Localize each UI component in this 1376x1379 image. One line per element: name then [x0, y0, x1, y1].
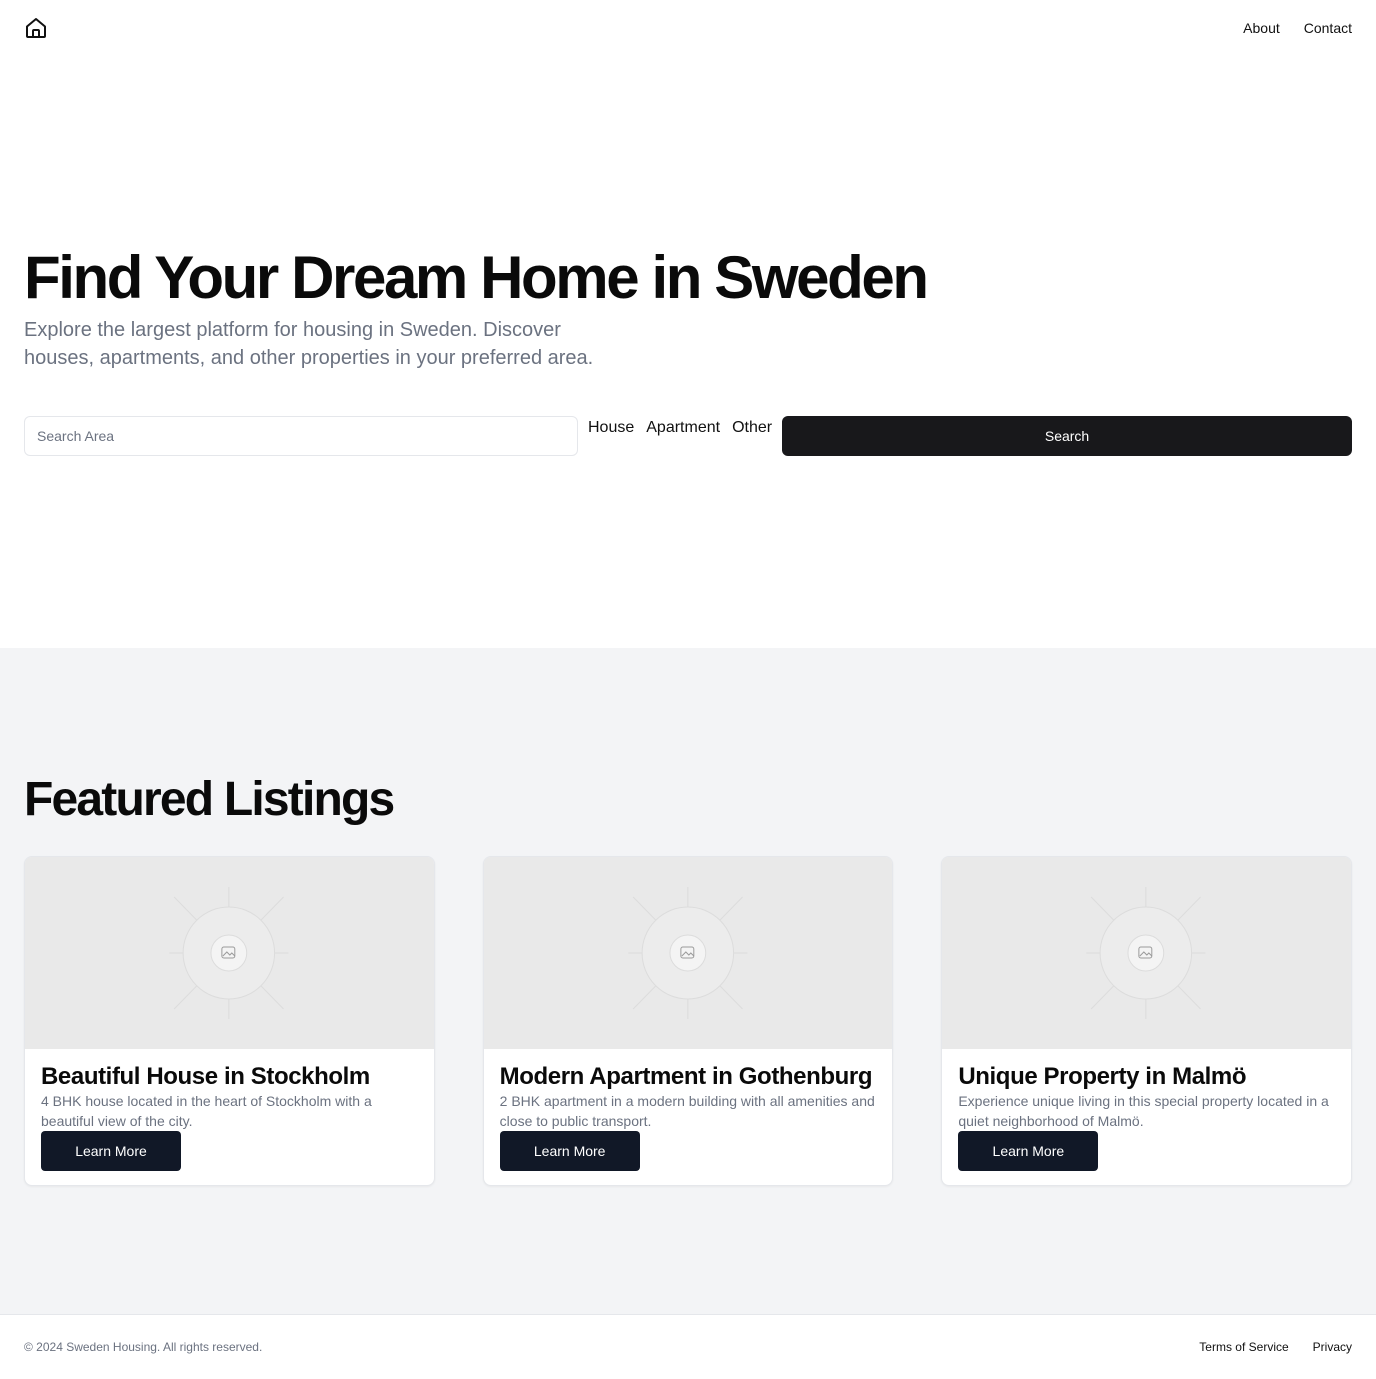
search-bar: House Apartment Other Search [24, 416, 1352, 456]
footer-links: Terms of Service Privacy [1199, 1340, 1352, 1354]
image-placeholder-icon [25, 857, 434, 1049]
listing-description: Experience unique living in this special… [958, 1093, 1329, 1129]
hero-subtitle: Explore the largest platform for housing… [24, 319, 594, 369]
property-type-options: House Apartment Other [588, 419, 772, 440]
listing-card: Modern Apartment in Gothenburg 2 BHK apa… [482, 856, 894, 1186]
nav-about-link[interactable]: About [1243, 20, 1280, 36]
type-option-other[interactable]: Other [732, 416, 772, 440]
listing-title: Beautiful House in Stockholm [41, 1063, 370, 1090]
type-option-apartment[interactable]: Apartment [646, 416, 720, 440]
listing-description: 4 BHK house located in the heart of Stoc… [41, 1093, 372, 1129]
image-placeholder-icon [483, 857, 893, 1049]
image-placeholder-icon [942, 857, 1352, 1049]
listing-description: 2 BHK apartment in a modern building wit… [499, 1093, 875, 1129]
site-footer: © 2024 Sweden Housing. All rights reserv… [0, 1314, 1376, 1379]
listing-card: Unique Property in Malmö Experience uniq… [941, 856, 1353, 1186]
featured-title: Featured Listings [24, 773, 395, 826]
listing-card: Beautiful House in Stockholm 4 BHK house… [24, 856, 435, 1186]
learn-more-button[interactable]: Learn More [958, 1131, 1099, 1171]
hero-section: Find Your Dream Home in Sweden Explore t… [0, 56, 1376, 648]
main-nav: About Contact [1243, 20, 1352, 36]
copyright-text: © 2024 Sweden Housing. All rights reserv… [24, 1340, 263, 1354]
privacy-link[interactable]: Privacy [1313, 1340, 1352, 1354]
type-option-house[interactable]: House [588, 416, 634, 440]
featured-listings-section: Featured Listings Beautiful House in Sto… [0, 648, 1376, 1314]
search-button[interactable]: Search [782, 416, 1352, 456]
hero-title: Find Your Dream Home in Sweden [24, 244, 929, 311]
listing-title: Unique Property in Malmö [958, 1063, 1247, 1090]
home-icon[interactable] [24, 16, 48, 40]
search-area-input[interactable] [24, 416, 578, 456]
listing-title: Modern Apartment in Gothenburg [499, 1063, 873, 1090]
terms-of-service-link[interactable]: Terms of Service [1199, 1340, 1288, 1354]
site-header: About Contact [0, 0, 1376, 56]
learn-more-button[interactable]: Learn More [41, 1131, 181, 1171]
listing-cards: Beautiful House in Stockholm 4 BHK house… [24, 856, 1353, 1186]
learn-more-button[interactable]: Learn More [499, 1131, 640, 1171]
nav-contact-link[interactable]: Contact [1304, 20, 1352, 36]
